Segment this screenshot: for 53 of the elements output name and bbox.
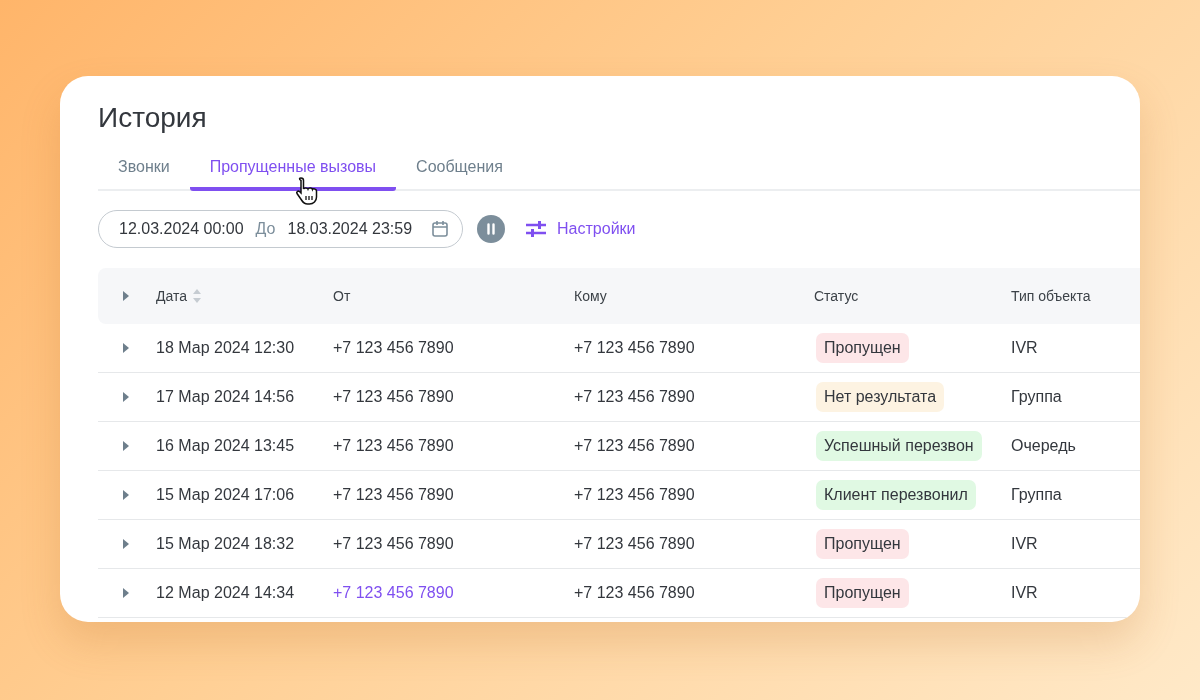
range-separator: До [255,220,276,238]
table-cell-text: +7 123 456 7890 [574,535,696,553]
status-tag: Нет результата [816,382,945,412]
table-cell-text: Группа [1011,486,1063,504]
calendar-icon[interactable] [430,219,451,239]
table-cell-text: IVR [1011,535,1039,553]
table-cell-text: 12 Мар 2024 14:34 [156,584,296,602]
table-cell-text: +7 123 456 7890 [574,339,696,357]
status-tag: Пропущен [816,529,909,559]
page-title: История [98,102,207,134]
end-date: 18.03.2024 23:59 [287,220,413,238]
table-cell-text: IVR [1011,339,1039,357]
table-cell-text: +7 123 456 7890 [574,584,696,602]
expand-all-icon[interactable] [122,291,130,301]
tab[interactable]: Сообщения [396,148,523,191]
table-cell-text: +7 123 456 7890 [574,388,696,406]
table-cell-text: +7 123 456 7890 [333,437,455,455]
status-tag: Клиент перезвонил [816,480,976,510]
expand-row-icon[interactable] [122,539,130,549]
start-date: 12.03.2024 00:00 [119,220,244,238]
pause-button[interactable] [477,215,506,243]
table-cell-text: 15 Мар 2024 17:06 [156,486,296,504]
expand-row-icon[interactable] [122,392,130,402]
hand-cursor-icon [294,176,320,206]
status-tag: Пропущен [816,578,909,608]
table-cell-text: +7 123 456 7890 [333,535,455,553]
column-header: От [333,288,352,304]
column-header: Кому [574,288,608,304]
settings-button[interactable]: Настройки [519,220,642,238]
expand-row-icon[interactable] [122,441,130,451]
table-cell-text: 16 Мар 2024 13:45 [156,437,296,455]
column-header[interactable]: Дата [156,288,187,304]
expand-row-icon[interactable] [122,490,130,500]
table-cell-text: Очередь [1011,437,1077,455]
table-cell-text: 17 Мар 2024 14:56 [156,388,296,406]
status-tag: Пропущен [816,333,909,363]
column-header: Статус [814,288,860,304]
table-cell-text: +7 123 456 7890 [333,486,455,504]
table-cell-text: IVR [1011,584,1039,602]
status-tag: Успешный перезвон [816,431,982,461]
table-cell-text: 15 Мар 2024 18:32 [156,535,296,553]
expand-row-icon[interactable] [122,588,130,598]
sliders-icon [525,221,548,237]
table-cell-text: +7 123 456 7890 [333,388,455,406]
table-cell-text: +7 123 456 7890 [333,339,455,357]
column-header: Тип объекта [1011,288,1092,304]
table-cell-text: +7 123 456 7890 [574,437,696,455]
tab[interactable]: Звонки [98,148,190,191]
phone-link[interactable]: +7 123 456 7890 [333,584,574,602]
table-cell-text: +7 123 456 7890 [574,486,696,504]
table-cell-text: 18 Мар 2024 12:30 [156,339,296,357]
expand-row-icon[interactable] [122,343,130,353]
table-cell-text: Группа [1011,388,1063,406]
